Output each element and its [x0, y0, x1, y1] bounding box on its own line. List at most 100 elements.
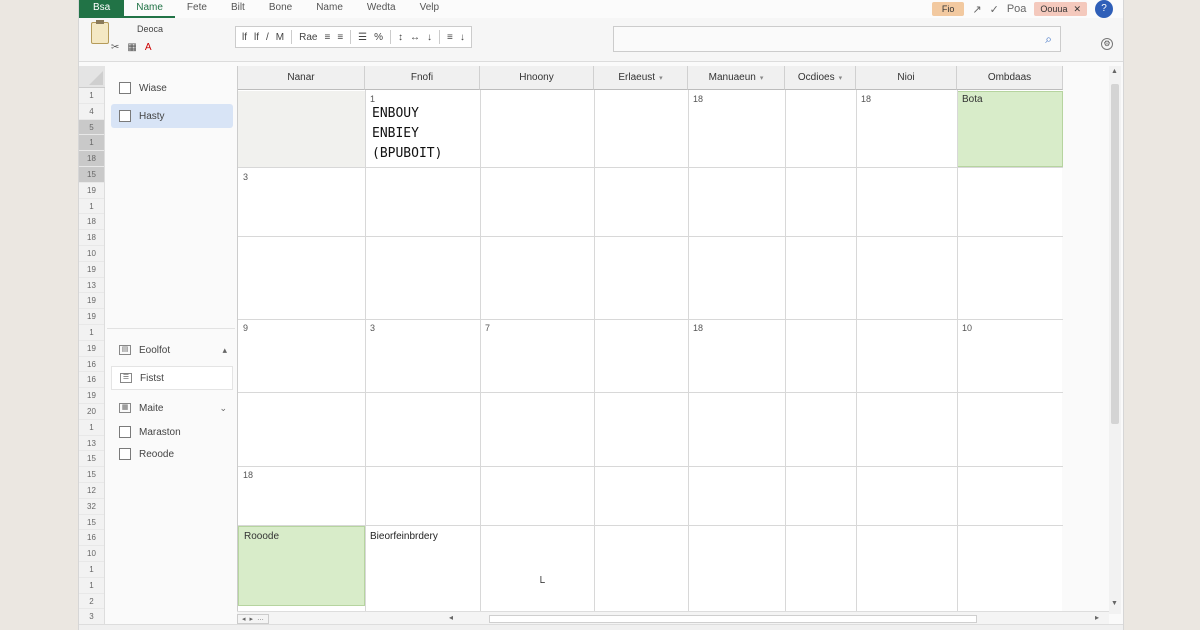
row-number[interactable]: 2 [79, 594, 104, 610]
font-item[interactable]: Rae [299, 32, 317, 43]
menu-item[interactable]: Bilt [219, 0, 257, 18]
wrap-icon[interactable]: ↕ [398, 32, 403, 43]
nav-item[interactable]: ☰ Fistst [111, 366, 233, 390]
column-header[interactable]: Hnoony [480, 66, 594, 90]
row-number[interactable]: 1 [79, 88, 104, 104]
close-icon[interactable]: ✕ [1073, 2, 1081, 16]
checkbox[interactable] [119, 448, 131, 460]
row-number[interactable]: 3 [79, 609, 104, 626]
font-item[interactable]: M [276, 32, 284, 43]
row-number[interactable]: 19 [79, 341, 104, 357]
sort-icon[interactable]: ↓ [427, 32, 432, 43]
merge-icon[interactable]: ↔ [410, 32, 420, 43]
scroll-thumb[interactable] [1111, 84, 1119, 424]
row-number[interactable]: 1 [79, 199, 104, 215]
sheet-more-icon[interactable]: … [257, 615, 264, 623]
row-number[interactable]: 15 [79, 467, 104, 483]
dropdown-icon[interactable]: ▾ [760, 74, 764, 82]
number-format-icon[interactable]: ☰ [358, 32, 367, 43]
row-number[interactable]: 20 [79, 404, 104, 420]
row-number[interactable]: 1 [79, 420, 104, 436]
menu-item[interactable]: Velp [408, 0, 451, 18]
row-number[interactable]: 15 [79, 451, 104, 468]
column-header[interactable]: Ombdaas [957, 66, 1063, 90]
insert-icon[interactable]: ≡ [447, 32, 453, 43]
sheet-prev-icon[interactable]: ◂ [242, 615, 246, 623]
row-number[interactable]: 18 [79, 151, 104, 167]
checkbox[interactable] [119, 110, 131, 122]
row-number[interactable]: 19 [79, 388, 104, 404]
vertical-scrollbar[interactable]: ▲ ▼ [1109, 66, 1121, 614]
row-number[interactable]: 16 [79, 530, 104, 547]
column-header[interactable]: Manuaeun ▾ [688, 66, 785, 90]
row-number[interactable]: 18 [79, 230, 104, 246]
borders-icon[interactable]: ▦ [127, 42, 136, 53]
menu-item[interactable]: Name [304, 0, 355, 18]
nav-item-selected[interactable]: Hasty [111, 104, 233, 128]
font-item[interactable]: lf [242, 32, 247, 43]
nav-item[interactable]: Maraston [111, 420, 233, 444]
scroll-left-icon[interactable]: ◂ [449, 613, 453, 622]
row-number[interactable]: 16 [79, 372, 104, 389]
settings-icon[interactable]: ⚙ [1101, 38, 1113, 50]
formula-bar[interactable]: ⌕ [613, 26, 1061, 52]
checkbox[interactable] [119, 82, 131, 94]
row-number[interactable]: 4 [79, 104, 104, 120]
comment-icon[interactable]: ↗ [972, 3, 981, 16]
avatar[interactable]: ? [1095, 0, 1113, 18]
dropdown-icon[interactable]: ▾ [659, 74, 663, 82]
menu-item[interactable]: Fete [175, 0, 219, 18]
draw-icon[interactable]: ✓ [990, 3, 999, 16]
search-icon[interactable]: ⌕ [1045, 32, 1052, 47]
row-number[interactable]: 5 [79, 119, 104, 136]
column-header[interactable]: Nanar [238, 66, 365, 90]
percent-icon[interactable]: % [374, 32, 383, 43]
fill-icon[interactable]: ↓ [460, 32, 465, 43]
row-number[interactable]: 19 [79, 309, 104, 325]
chevron-down-icon[interactable]: ⌄ [219, 403, 227, 414]
nav-item[interactable]: Wiase [111, 76, 233, 100]
share-button[interactable]: Fio [931, 2, 965, 16]
row-number[interactable]: 18 [79, 214, 104, 231]
scroll-up-icon[interactable]: ▲ [1111, 68, 1118, 75]
sheet-navigation[interactable]: ◂ ▸ … [237, 614, 270, 624]
row-number[interactable]: 10 [79, 246, 104, 262]
row-number[interactable]: 1 [79, 562, 104, 578]
sheet-next-icon[interactable]: ▸ [250, 615, 254, 623]
row-number[interactable]: 1 [79, 135, 104, 152]
file-tab[interactable]: Bsa [79, 0, 125, 18]
row-number[interactable]: 15 [79, 515, 104, 531]
row-number[interactable]: 15 [79, 166, 104, 183]
row-number[interactable]: 19 [79, 183, 104, 199]
nav-item[interactable]: ▦ Maite ⌄ [111, 396, 233, 420]
dropdown-icon[interactable]: ▾ [839, 74, 843, 82]
row-number[interactable]: 16 [79, 357, 104, 373]
cut-icon[interactable]: ✂ [111, 42, 119, 53]
align-center-icon[interactable]: ≡ [337, 32, 343, 43]
column-header[interactable]: Fnofi [365, 66, 480, 90]
nav-item[interactable]: ▤ Eoolfot ▴ [111, 338, 233, 362]
font-item[interactable]: lf [254, 32, 259, 43]
row-number[interactable]: 32 [79, 499, 104, 515]
align-left-icon[interactable]: ≡ [324, 32, 330, 43]
select-all-corner[interactable] [79, 66, 105, 88]
row-number[interactable]: 19 [79, 293, 104, 310]
paste-icon[interactable] [91, 20, 109, 44]
header-tab[interactable]: Poa [1007, 3, 1027, 15]
chevron-up-icon[interactable]: ▴ [222, 345, 227, 356]
scroll-right-icon[interactable]: ▸ [1095, 613, 1099, 622]
row-number[interactable]: 12 [79, 483, 104, 499]
column-header[interactable]: Ocdioes ▾ [785, 66, 856, 90]
row-number[interactable]: 13 [79, 278, 104, 294]
horizontal-scrollbar[interactable]: ◂ ▸ … ◂ ▸ [237, 611, 1109, 625]
font-item[interactable]: / [266, 32, 269, 43]
menu-item[interactable]: Wedta [355, 0, 408, 18]
menu-item[interactable]: Name [124, 0, 175, 18]
row-number[interactable]: 1 [79, 325, 104, 341]
nav-item[interactable]: Reoode [111, 442, 233, 466]
column-header[interactable]: Nioi [856, 66, 957, 90]
row-number[interactable]: 13 [79, 436, 104, 452]
menu-item[interactable]: Bone [257, 0, 304, 18]
row-number[interactable]: 10 [79, 546, 104, 562]
spreadsheet-grid[interactable]: Nanar Fnofi Hnoony Erlaeust ▾ Manuaeun ▾… [237, 66, 1063, 611]
